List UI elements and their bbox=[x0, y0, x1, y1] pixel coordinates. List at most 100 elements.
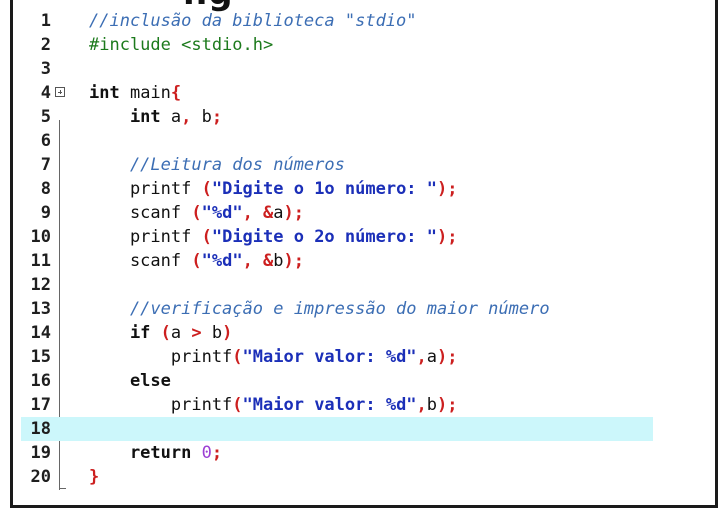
code-token-punct: ( bbox=[201, 179, 212, 199]
line-number: 3 bbox=[40, 59, 51, 79]
line-number: 6 bbox=[40, 131, 51, 151]
code-text: //verificação e impressão do maior númer… bbox=[89, 297, 550, 321]
code-text: else bbox=[89, 369, 171, 393]
code-token-ident: a bbox=[160, 107, 182, 127]
code-text: //Leitura dos números bbox=[89, 153, 345, 177]
code-token-punct: ); bbox=[437, 347, 458, 367]
code-token-string: "Maior valor: %d" bbox=[242, 395, 417, 415]
code-line[interactable]: 6 bbox=[21, 129, 653, 153]
line-number: 7 bbox=[40, 155, 51, 175]
code-token-keyword: return bbox=[89, 443, 192, 463]
line-number: 17 bbox=[30, 395, 51, 415]
code-text: //inclusão da biblioteca "stdio" bbox=[89, 9, 417, 33]
code-token-ident: b bbox=[426, 395, 438, 415]
code-line[interactable]: 11 scanf ("%d", &b); bbox=[21, 249, 653, 273]
code-text: return 0; bbox=[89, 441, 222, 465]
code-token-punct: ) bbox=[222, 323, 233, 343]
code-token-punct: ); bbox=[437, 179, 458, 199]
code-token-punct: ( bbox=[191, 251, 202, 271]
code-token-type: int bbox=[89, 83, 120, 103]
code-line[interactable]: 9 scanf ("%d", &a); bbox=[21, 201, 653, 225]
line-number: 1 bbox=[40, 11, 51, 31]
code-line[interactable]: 20} bbox=[21, 465, 653, 489]
code-text: printf("Maior valor: %d",a); bbox=[89, 345, 458, 369]
code-line[interactable]: 19 return 0; bbox=[21, 441, 653, 465]
code-line[interactable]: 3 bbox=[21, 57, 653, 81]
code-token-number: 0 bbox=[201, 443, 212, 463]
code-token-punct: ; bbox=[211, 443, 223, 463]
code-line[interactable]: 2 #include <stdio.h> bbox=[21, 33, 653, 57]
code-token-ident: b bbox=[273, 251, 284, 271]
code-text: } bbox=[89, 465, 99, 489]
code-token-punct: ); bbox=[437, 227, 458, 247]
line-number: 15 bbox=[30, 347, 51, 367]
code-token-comment: //inclusão da biblioteca "stdio" bbox=[89, 11, 417, 31]
code-token-string: "%d" bbox=[201, 251, 243, 271]
fold-collapse-icon[interactable] bbox=[55, 87, 65, 97]
code-text: printf ("Digite o 2o número: "); bbox=[89, 225, 458, 249]
code-text: scanf ("%d", &b); bbox=[89, 249, 304, 273]
code-line[interactable]: 15 printf("Maior valor: %d",a); bbox=[21, 345, 653, 369]
code-token-punct: , bbox=[416, 395, 427, 415]
code-text: int a, b; bbox=[89, 105, 222, 129]
code-token-ident: scanf bbox=[89, 251, 192, 271]
code-editor[interactable]: 1 //inclusão da biblioteca "stdio" 2 #inclu… bbox=[21, 9, 711, 499]
code-line[interactable]: 7 //Leitura dos números bbox=[21, 153, 653, 177]
code-token-punct: ( bbox=[232, 347, 243, 367]
code-token-ident: main bbox=[119, 83, 171, 103]
line-number: 19 bbox=[30, 443, 51, 463]
code-token-punct: } bbox=[89, 467, 100, 487]
code-token-preproc: #include <stdio.h> bbox=[89, 35, 274, 55]
code-token-punct: ); bbox=[283, 203, 305, 223]
code-text: printf("Maior valor: %d",b); bbox=[89, 393, 458, 417]
code-line[interactable]: 1 //inclusão da biblioteca "stdio" bbox=[21, 9, 653, 33]
code-line[interactable]: 4 int main{ bbox=[21, 81, 653, 105]
line-number: 9 bbox=[40, 203, 51, 223]
code-token-string: "Digite o 1o número: " bbox=[211, 179, 438, 199]
code-token-punct: ( bbox=[150, 323, 171, 343]
code-token-punct: , bbox=[416, 347, 427, 367]
line-number: 10 bbox=[30, 227, 51, 247]
code-token-ident: printf bbox=[89, 395, 233, 415]
line-number: 5 bbox=[40, 107, 51, 127]
code-token-keyword: else bbox=[89, 371, 171, 391]
code-line[interactable]: 16 else bbox=[21, 369, 653, 393]
code-token-ident: printf bbox=[89, 179, 202, 199]
line-number: 11 bbox=[30, 251, 51, 271]
code-screenshot-frame: ng 1//inclusão da biblioteca "stdio"2#in… bbox=[10, 0, 718, 508]
code-text: if (a > b) bbox=[89, 321, 232, 345]
code-token-ident: printf bbox=[89, 347, 233, 367]
code-token-ident bbox=[191, 443, 201, 463]
code-text: int main{ bbox=[89, 81, 181, 105]
code-token-punct: , & bbox=[242, 251, 274, 271]
code-line[interactable]: 8 printf ("Digite o 1o número: "); bbox=[21, 177, 653, 201]
line-number: 16 bbox=[30, 371, 51, 391]
code-token-string: "%d" bbox=[201, 203, 243, 223]
code-token-ident: scanf bbox=[89, 203, 192, 223]
code-line[interactable]: 13 //verificação e impressão do maior nú… bbox=[21, 297, 653, 321]
code-line[interactable]: 10 printf ("Digite o 2o número: "); bbox=[21, 225, 653, 249]
code-token-comment: //verificação e impressão do maior númer… bbox=[89, 299, 550, 319]
code-token-ident: a bbox=[273, 203, 284, 223]
code-line[interactable]: 17 printf("Maior valor: %d",b); bbox=[21, 393, 653, 417]
current-line[interactable]: 18 bbox=[21, 417, 653, 441]
code-line[interactable]: 12 bbox=[21, 273, 653, 297]
code-text: scanf ("%d", &a); bbox=[89, 201, 304, 225]
code-token-punct: ( bbox=[232, 395, 243, 415]
code-token-punct: > bbox=[181, 323, 212, 343]
line-number: 18 bbox=[30, 419, 51, 439]
code-line[interactable]: 5 int a, b; bbox=[21, 105, 653, 129]
code-token-punct: ( bbox=[201, 227, 212, 247]
code-token-string: "Maior valor: %d" bbox=[242, 347, 417, 367]
code-text: #include <stdio.h> bbox=[89, 33, 273, 57]
line-number: 13 bbox=[30, 299, 51, 319]
code-line[interactable]: 14 if (a > b) bbox=[21, 321, 653, 345]
line-number: 2 bbox=[40, 35, 51, 55]
line-number: 14 bbox=[30, 323, 51, 343]
code-token-punct: , bbox=[181, 107, 192, 127]
code-token-punct: { bbox=[170, 83, 182, 103]
code-text: printf ("Digite o 1o número: "); bbox=[89, 177, 458, 201]
code-token-ident: a bbox=[426, 347, 438, 367]
line-number: 20 bbox=[30, 467, 51, 487]
code-token-punct: ); bbox=[283, 251, 305, 271]
